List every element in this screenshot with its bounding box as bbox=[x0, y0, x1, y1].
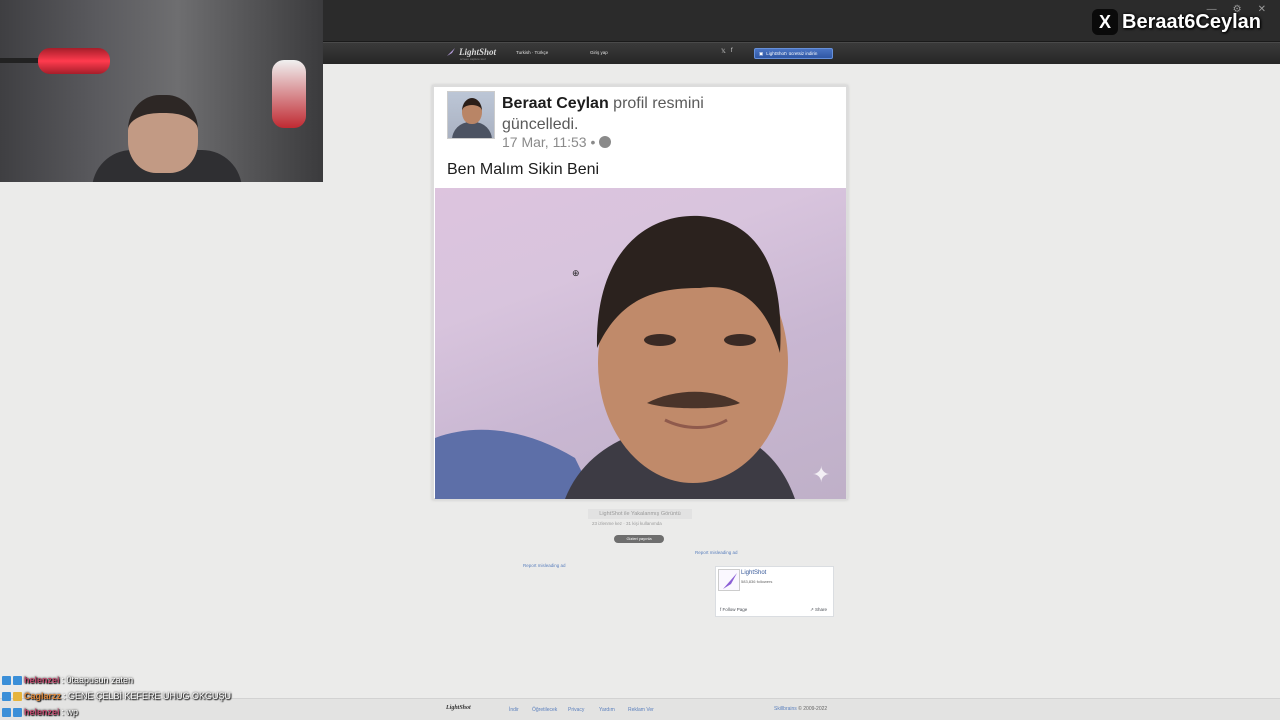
microphone bbox=[38, 48, 110, 74]
zoom-cursor-icon: ⊕ bbox=[572, 268, 580, 278]
share-button[interactable]: ↗ Share bbox=[810, 607, 827, 613]
x-logo-icon: X bbox=[1092, 9, 1118, 35]
badge-icon bbox=[2, 707, 11, 717]
chat-overlay: helenzei : 0taapusun zaten Caglarzz : GE… bbox=[2, 672, 302, 720]
logo-subtitle: screen capture tool bbox=[460, 57, 486, 61]
streamer-face bbox=[128, 95, 198, 173]
skillbrains-link[interactable]: Skillbrains bbox=[774, 706, 797, 712]
lightshot-feather-logo bbox=[718, 569, 740, 591]
post-date: 17 Mar, 11:53 • bbox=[502, 134, 612, 150]
webcam-overlay bbox=[0, 0, 323, 182]
view-count: 23 izlenme kez · 31 kişi kullanımda bbox=[592, 521, 662, 526]
chat-text: : 0taapusun zaten bbox=[61, 675, 134, 685]
facebook-page-widget: LightShot 583,836 followers f Follow Pag… bbox=[715, 566, 834, 617]
publish-button[interactable]: Gizleri yayınla bbox=[614, 535, 664, 543]
screenshot-image[interactable]: Beraat Ceylan profil resmini güncelledi.… bbox=[432, 85, 848, 500]
chat-username: Caglarzz bbox=[24, 691, 62, 701]
footer-logo[interactable]: LightShot bbox=[446, 705, 471, 711]
sparkle-icon: ✦ bbox=[812, 462, 831, 487]
report-ad-link[interactable]: Report misleading ad bbox=[523, 563, 566, 568]
post-date-text: 17 Mar, 11:53 • bbox=[502, 134, 596, 150]
post-text: Ben Malım Sikin Beni bbox=[447, 161, 600, 178]
streamer-handle: Beraat6Ceylan bbox=[1122, 10, 1261, 33]
widget-page-name[interactable]: LightShot bbox=[741, 570, 766, 576]
badge-icon bbox=[13, 675, 22, 685]
chat-username: helenzei bbox=[24, 675, 60, 685]
logo-text: LightShot bbox=[459, 47, 497, 57]
figurine bbox=[272, 60, 306, 128]
chat-message: helenzei : wp bbox=[2, 704, 302, 720]
facebook-icon: f bbox=[720, 607, 722, 612]
post-header: Beraat Ceylan profil resmini güncelledi. bbox=[502, 93, 762, 135]
social-links: 𝕏 f bbox=[721, 48, 733, 55]
chat-username: helenzei bbox=[24, 707, 60, 717]
footer-link-privacy[interactable]: Privacy bbox=[568, 707, 584, 713]
footer-link-help[interactable]: Yardım bbox=[599, 707, 615, 713]
chat-text: : wp bbox=[61, 707, 79, 717]
portrait-illustration bbox=[435, 215, 795, 499]
feather-icon bbox=[723, 573, 737, 589]
footer-link-advertise[interactable]: Reklam Ver bbox=[628, 707, 654, 713]
download-button[interactable]: ▣ LightShot'ı ücretsiz indirin bbox=[754, 48, 833, 59]
globe-icon bbox=[599, 136, 612, 148]
feather-icon bbox=[447, 48, 455, 56]
twitter-icon[interactable]: 𝕏 bbox=[721, 48, 726, 55]
image-caption: LightShot ile Yakalanmış Görüntü bbox=[588, 509, 692, 519]
share-icon: ↗ bbox=[809, 607, 814, 612]
profile-avatar bbox=[447, 91, 495, 139]
download-button-label: LightShot'ı ücretsiz indirin bbox=[766, 51, 818, 56]
badge-icon bbox=[2, 675, 11, 685]
login-link[interactable]: Giriş yap bbox=[590, 50, 608, 55]
footer-link-download[interactable]: İndir bbox=[509, 707, 519, 713]
chat-text: : GENE ÇELBİ KEFERE UHUG OKGUŞU bbox=[63, 691, 232, 701]
badge-icon bbox=[13, 707, 22, 717]
badge-icon bbox=[2, 691, 11, 701]
download-icon: ▣ bbox=[759, 50, 764, 56]
badge-icon bbox=[13, 691, 22, 701]
widget-followers: 583,836 followers bbox=[741, 579, 773, 584]
follow-page-button[interactable]: f Follow Page bbox=[720, 607, 747, 612]
streamer-tag: X Beraat6Ceylan bbox=[1092, 8, 1261, 36]
facebook-icon[interactable]: f bbox=[731, 48, 733, 55]
poster-name: Beraat Ceylan bbox=[502, 95, 609, 112]
chat-message: helenzei : 0taapusun zaten bbox=[2, 672, 302, 688]
chat-message: Caglarzz : GENE ÇELBİ KEFERE UHUG OKGUŞU bbox=[2, 688, 302, 704]
footer-link-tutorials[interactable]: Öğretilecek bbox=[532, 707, 557, 713]
lightshot-logo[interactable]: LightShot bbox=[446, 47, 496, 57]
footer-copyright: Skillbrains © 2009-2022 bbox=[774, 706, 828, 712]
report-ad-link[interactable]: Report misleading ad bbox=[695, 550, 738, 555]
language-selector[interactable]: Turkish · Türkçe bbox=[516, 50, 548, 55]
profile-photo: ⊕ ✦ bbox=[435, 188, 846, 499]
